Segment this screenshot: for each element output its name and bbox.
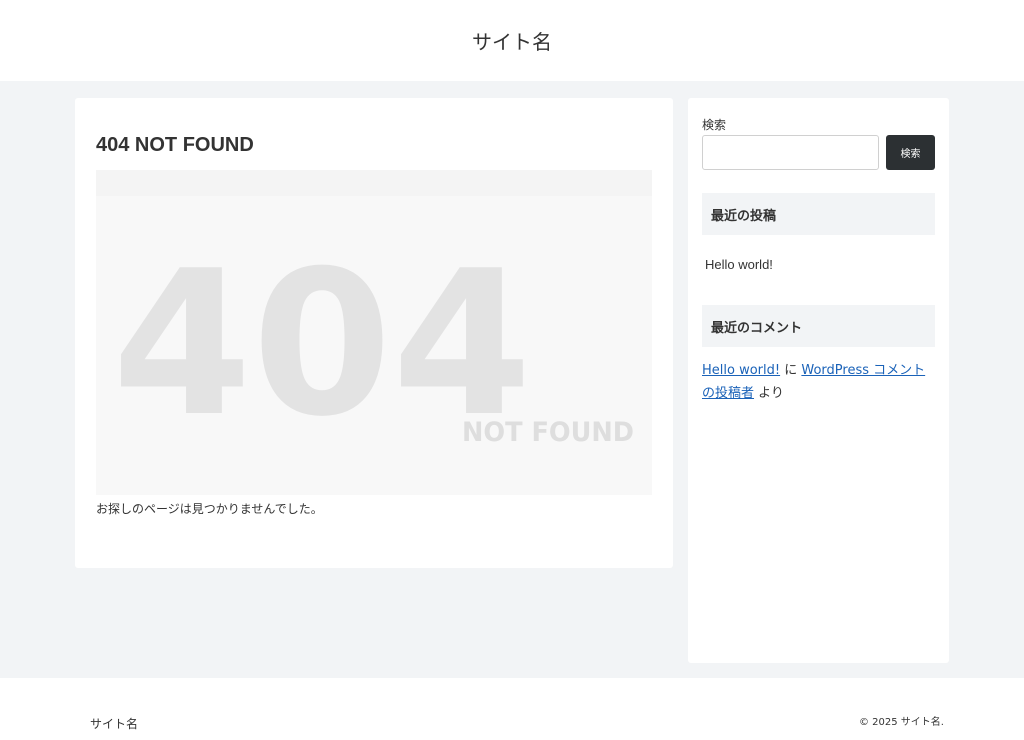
site-title-link[interactable]: サイト名 — [472, 26, 552, 55]
page-title: 404 NOT FOUND — [96, 134, 254, 156]
not-found-image: 404 NOT FOUND — [96, 170, 652, 495]
search-input[interactable] — [702, 135, 879, 170]
comment-connector: に — [784, 363, 798, 378]
search-button[interactable]: 検索 — [886, 135, 935, 170]
comment-suffix: より — [758, 386, 784, 401]
comment-post-link[interactable]: Hello world! — [702, 363, 780, 378]
search-label: 検索 — [702, 118, 727, 132]
recent-comments-heading: 最近のコメント — [702, 305, 935, 347]
not-found-message: お探しのページは見つかりませんでした。 — [96, 502, 323, 516]
sidebar: 検索 検索 最近の投稿 Hello world! 最近のコメント Hello w… — [688, 98, 949, 663]
copyright-text: © 2025 サイト名. — [859, 717, 944, 728]
not-found-caption: NOT FOUND — [462, 417, 634, 448]
site-header: サイト名 — [0, 0, 1024, 81]
recent-posts-heading: 最近の投稿 — [702, 193, 935, 235]
main-content: 404 NOT FOUND 404 NOT FOUND お探しのページは見つかり… — [75, 98, 673, 568]
recent-post-link[interactable]: Hello world! — [705, 257, 773, 272]
footer-site-name: サイト名 — [90, 717, 139, 731]
recent-comment-item: Hello world! に WordPress コメントの投稿者 より — [702, 359, 938, 405]
site-footer: サイト名 © 2025 サイト名. — [0, 678, 1024, 740]
